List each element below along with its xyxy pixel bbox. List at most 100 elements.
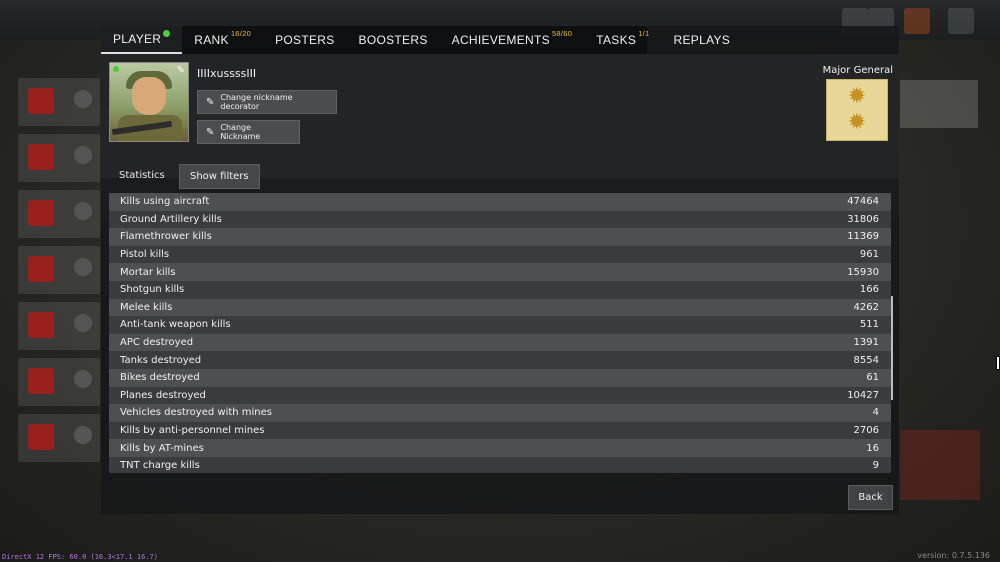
tab-rank[interactable]: RANK 16/20 bbox=[182, 26, 263, 54]
background-icon bbox=[904, 8, 930, 34]
stat-value: 961 bbox=[859, 249, 879, 261]
table-row: Kills using aircraft 47464 bbox=[109, 193, 891, 211]
background-card bbox=[18, 302, 100, 350]
table-row: Melee kills 4262 bbox=[109, 298, 891, 317]
background-card bbox=[18, 358, 100, 406]
tab-progress-count: 58/60 bbox=[551, 28, 573, 38]
stat-value: 166 bbox=[859, 284, 879, 296]
tab-posters[interactable]: POSTERS bbox=[263, 26, 346, 54]
background-card bbox=[18, 134, 100, 182]
table-row: TNT charge kills 9 bbox=[109, 456, 891, 473]
stat-name: Tanks destroyed bbox=[120, 354, 202, 366]
background-button bbox=[900, 430, 980, 500]
statistics-label: Statistics bbox=[119, 170, 165, 181]
tab-label: PLAYER bbox=[113, 32, 162, 46]
stat-name: Vehicles destroyed with mines bbox=[120, 407, 273, 419]
statistics-table[interactable]: Kills using aircraft 47464 Ground Artille… bbox=[109, 193, 891, 473]
back-button[interactable]: Back bbox=[848, 485, 893, 510]
tab-achievements[interactable]: ACHIEVEMENTS 58/60 bbox=[440, 26, 585, 54]
tab-bar: PLAYER RANK 16/20 POSTERS BOOSTERS ACHIE… bbox=[101, 26, 730, 54]
tab-label: ACHIEVEMENTS bbox=[451, 33, 550, 47]
version-label: version: 0.7.5.136 bbox=[917, 551, 990, 560]
stat-value: 511 bbox=[859, 319, 879, 331]
stat-name: Bikes destroyed bbox=[120, 372, 200, 384]
table-row: APC destroyed 1391 bbox=[109, 333, 891, 352]
stat-value: 11369 bbox=[847, 231, 879, 243]
star-icon: ✹ bbox=[847, 84, 867, 109]
stat-value: 15930 bbox=[847, 266, 879, 278]
background-vehicle-list bbox=[18, 70, 100, 490]
table-row: Mortar kills 15930 bbox=[109, 263, 891, 281]
tab-replays[interactable]: REPLAYS bbox=[662, 26, 743, 54]
tab-player[interactable]: PLAYER bbox=[101, 26, 183, 54]
table-row: Tanks destroyed 8554 bbox=[109, 351, 891, 369]
tab-boosters[interactable]: BOOSTERS bbox=[347, 26, 440, 54]
tab-tasks[interactable]: TASKS 1/1 bbox=[584, 26, 661, 54]
stat-name: Kills using aircraft bbox=[120, 196, 210, 208]
change-nickname-button[interactable]: ✎ Change Nickname bbox=[197, 120, 300, 144]
fps-counter: DirectX 12 FPS: 60.0 (16.3<17.1 16.7) bbox=[2, 553, 158, 561]
table-row: Bikes destroyed 61 bbox=[109, 368, 891, 387]
background-card bbox=[18, 246, 100, 294]
show-filters-button[interactable]: Show filters bbox=[179, 164, 260, 189]
stat-name: Kills by AT-mines bbox=[120, 442, 204, 454]
player-profile-dialog: PLAYER RANK 16/20 POSTERS BOOSTERS ACHIE… bbox=[101, 26, 899, 514]
stat-name: Kills by anti-personnel mines bbox=[120, 425, 265, 437]
table-row: Ground Artillery kills 31806 bbox=[109, 210, 891, 229]
stat-name: Ground Artillery kills bbox=[120, 213, 222, 225]
statistics-scrollbar[interactable] bbox=[891, 296, 893, 400]
stat-value: 16 bbox=[866, 442, 879, 454]
player-nickname: IIIIxussssIII bbox=[197, 67, 257, 80]
tab-progress-count: 16/20 bbox=[230, 28, 252, 38]
table-row: Vehicles destroyed with mines 4 bbox=[109, 404, 891, 422]
profile-section: ✎ IIIIxussssIII ✎ Change nickname decora… bbox=[101, 54, 899, 178]
pencil-icon: ✎ bbox=[206, 126, 215, 138]
tab-label: TASKS bbox=[596, 33, 637, 47]
stat-value: 1391 bbox=[853, 337, 879, 349]
stat-value: 9 bbox=[872, 460, 879, 472]
avatar[interactable]: ✎ bbox=[109, 62, 189, 142]
rank-title: Major General bbox=[822, 65, 893, 76]
stat-name: Planes destroyed bbox=[120, 389, 206, 401]
change-nickname-decorator-button[interactable]: ✎ Change nickname decorator bbox=[197, 90, 337, 114]
stat-name: Anti-tank weapon kills bbox=[120, 319, 231, 331]
stat-value: 8554 bbox=[853, 354, 879, 366]
star-icon: ✹ bbox=[847, 110, 867, 135]
tab-progress-count: 1/1 bbox=[638, 28, 650, 38]
button-label: Change Nickname bbox=[220, 123, 261, 141]
stat-name: Pistol kills bbox=[120, 249, 170, 261]
edit-avatar-icon[interactable]: ✎ bbox=[177, 65, 185, 76]
background-card bbox=[18, 414, 100, 462]
tab-label: POSTERS bbox=[275, 33, 335, 47]
stat-value: 4262 bbox=[853, 301, 879, 313]
stat-value: 61 bbox=[866, 372, 879, 384]
table-row: Anti-tank weapon kills 511 bbox=[109, 316, 891, 334]
stat-name: Melee kills bbox=[120, 301, 173, 313]
background-card bbox=[18, 190, 100, 238]
tab-label: REPLAYS bbox=[673, 33, 731, 47]
background-panel bbox=[900, 80, 978, 128]
stat-name: Mortar kills bbox=[120, 266, 176, 278]
stat-value: 47464 bbox=[847, 196, 879, 208]
rank-insignia-icon: ✹ ✹ bbox=[826, 79, 888, 141]
table-row: Shotgun kills 166 bbox=[109, 280, 891, 299]
pencil-icon: ✎ bbox=[206, 96, 215, 108]
stat-name: TNT charge kills bbox=[120, 460, 200, 472]
mouse-cursor-icon bbox=[996, 356, 1000, 370]
background-icon bbox=[948, 8, 974, 34]
notification-dot-icon bbox=[163, 29, 171, 37]
table-row: Kills by anti-personnel mines 2706 bbox=[109, 421, 891, 440]
stat-name: Shotgun kills bbox=[120, 284, 185, 296]
stat-value: 31806 bbox=[847, 213, 879, 225]
stat-name: APC destroyed bbox=[120, 337, 194, 349]
background-card bbox=[18, 78, 100, 126]
stat-name: Flamethrower kills bbox=[120, 231, 212, 243]
stat-value: 4 bbox=[872, 407, 879, 419]
button-label: Change nickname decorator bbox=[220, 93, 293, 111]
tab-label: BOOSTERS bbox=[358, 33, 428, 47]
avatar-face bbox=[132, 77, 166, 115]
stat-value: 2706 bbox=[853, 425, 879, 437]
online-status-icon bbox=[113, 66, 119, 72]
table-row: Flamethrower kills 11369 bbox=[109, 228, 891, 246]
table-row: Pistol kills 961 bbox=[109, 245, 891, 264]
